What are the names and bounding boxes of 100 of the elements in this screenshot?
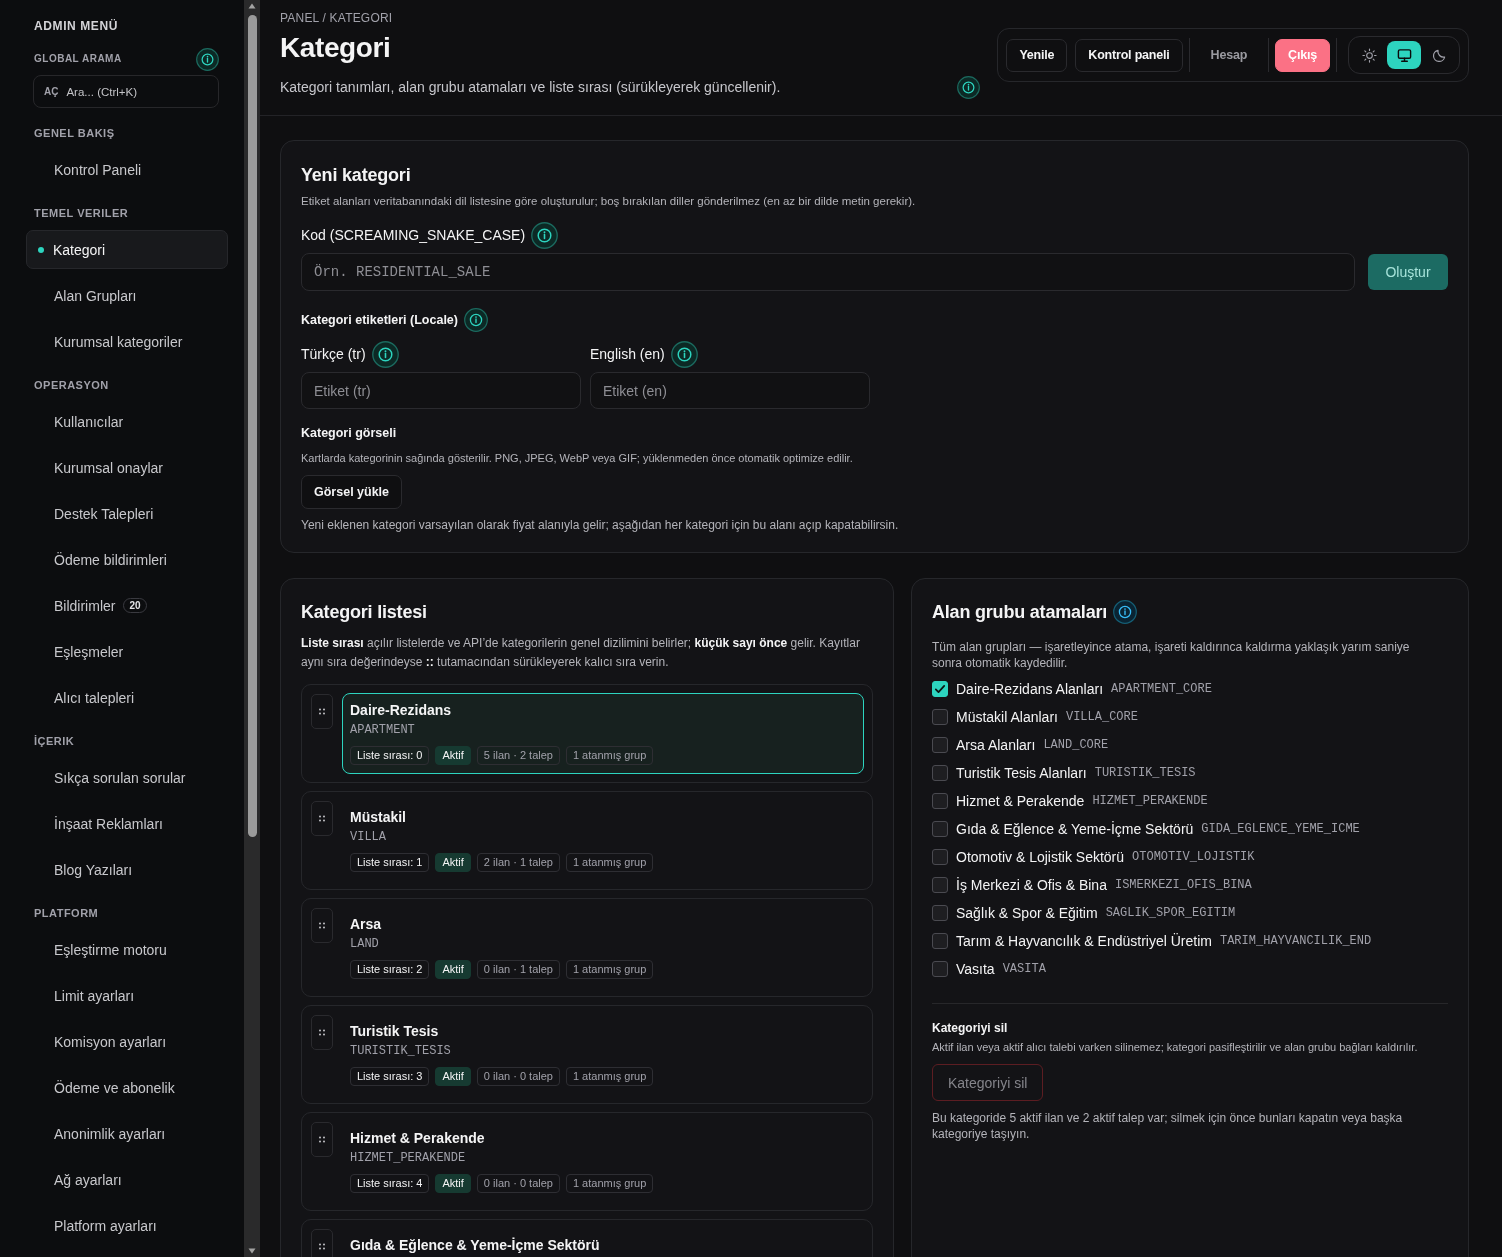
drag-handle[interactable] [311,1015,333,1050]
nav-item[interactable]: Eşleştirme motoru [26,930,228,969]
grip-icon [319,1243,325,1250]
account-link-button[interactable]: Hesap [1195,38,1263,72]
nav-item[interactable]: Komisyon ayarları [26,1022,228,1061]
nav-item[interactable]: İnşaat Reklamları [26,804,228,843]
info-icon[interactable] [531,221,559,249]
group-name: Vasıta [956,961,995,977]
header-button[interactable]: Kontrol paneli [1075,38,1183,72]
nav-item[interactable]: Kurumsal kategoriler [26,322,228,361]
info-icon[interactable] [670,340,698,368]
nav-item[interactable]: Platform ayarları [26,1206,228,1245]
group-code: GIDA_EGLENCE_YEME_ICME [1201,822,1360,836]
drag-handle[interactable] [311,801,333,836]
nav-item[interactable]: Destek Talepleri [26,494,228,533]
checkbox[interactable] [932,765,948,781]
scrollbar[interactable] [244,0,260,1257]
nav-item[interactable]: Ödeme ve abonelik [26,1068,228,1107]
drag-handle[interactable] [311,908,333,943]
checkbox[interactable] [932,905,948,921]
nav-item[interactable]: Kurumsal onaylar [26,448,228,487]
search-field[interactable]: AÇ Ara... (Ctrl+K) [33,75,219,108]
listing-count-badge: 0 ilan · 0 talep [476,1174,560,1193]
nav-item[interactable]: Ağ ayarları [26,1160,228,1199]
checkbox[interactable] [932,793,948,809]
group-name: Gıda & Eğlence & Yeme-İçme Sektörü [956,821,1194,837]
upload-button[interactable]: Görsel yükle [301,475,403,509]
label-input[interactable]: Etiket (en) [590,372,870,409]
group-code: SAGLIK_SPOR_EGITIM [1105,906,1236,920]
field-label: Türkçe (tr) [301,346,366,362]
drag-handle[interactable] [311,694,333,729]
scroll-up-arrow-icon[interactable] [248,3,256,9]
group-code: VILLA_CORE [1065,710,1138,724]
category-item[interactable]: Arsa LAND Liste sırası: 2 Aktif 0 ilan · 1 talep 1 atanmış grup [301,898,873,997]
category-item[interactable]: Müstakil VILLA Liste sırası: 1 Aktif 2 ilan · 1 talep 1 atanmış grup [301,791,873,890]
nav-item[interactable]: Anonimlik ayarları [26,1114,228,1153]
category-name: Arsa [350,915,383,933]
nav-item[interactable]: Bildirimler 20 [26,586,228,625]
checkbox[interactable] [932,933,948,949]
checkbox[interactable] [932,709,948,725]
info-icon[interactable] [196,47,219,71]
category-name: Hizmet & Perakende [350,1129,486,1147]
status-badge: Aktif [435,1174,471,1193]
group-code: ISMERKEZI_OFIS_BINA [1114,878,1252,892]
section-label: TEMEL VERILER [34,206,129,220]
system-theme-button[interactable] [1387,41,1421,69]
page-title: Kategori [280,31,392,65]
group-name: İş Merkezi & Ofis & Bina [956,877,1107,893]
group-code: TURISTIK_TESIS [1094,766,1196,780]
sidebar-title: ADMIN MENÜ [34,19,118,33]
section-label: PLATFORM [34,906,99,920]
nav-item[interactable]: Kontrol Paneli [26,150,228,189]
group-count-badge: 1 atanmış grup [565,746,654,765]
code-input[interactable]: Örn. RESIDENTIAL_SALE [301,253,1355,291]
nav-item[interactable]: Kullanıcılar [26,402,228,441]
category-code: HIZMET_PERAKENDE [350,1150,467,1166]
group-code: TARIM_HAYVANCILIK_END [1219,934,1372,948]
nav-item[interactable]: Kategori [26,230,228,269]
checkbox[interactable] [932,849,948,865]
group-name: Daire-Rezidans Alanları [956,681,1104,697]
nav-item[interactable]: Limit ayarları [26,976,228,1015]
info-icon[interactable] [957,75,980,99]
section-label: OPERASYON [34,378,109,392]
nav-item[interactable]: Eşleşmeler [26,632,228,671]
nav-item[interactable]: Ödeme bildirimleri [26,540,228,579]
category-item[interactable]: Turistik Tesis TURISTIK_TESIS Liste sırası: 3 Aktif 0 ilan · 0 talep 1 atanmış grup [301,1005,873,1104]
checkbox[interactable] [932,821,948,837]
category-code: TURISTIK_TESIS [350,1043,452,1059]
section-heading: Kategori görseli [301,425,398,441]
status-badge: Aktif [435,853,471,872]
nav-item[interactable]: Alıcı talepleri [26,678,228,717]
group-code: VASITA [1002,962,1046,976]
checkbox[interactable] [932,877,948,893]
info-icon[interactable] [371,340,399,368]
group-name: Müstakil Alanları [956,709,1058,725]
nav-item[interactable]: Sıkça sorulan sorular [26,758,228,797]
checkbox[interactable] [932,681,948,697]
checkbox[interactable] [932,961,948,977]
nav-item[interactable]: Blog Yazıları [26,850,228,889]
header-button[interactable]: Yenile [1006,38,1068,72]
create-button[interactable]: Oluştur [1368,254,1448,290]
category-name: Turistik Tesis [350,1022,440,1040]
category-item[interactable]: Daire-Rezidans APARTMENT Liste sırası: 0 Aktif 5 ilan · 2 talep 1 atanmış grup [301,684,873,783]
label-input[interactable]: Etiket (tr) [301,372,581,409]
section-label: GENEL BAKIŞ [34,126,115,140]
category-name: Daire-Rezidans [350,701,453,719]
nav-item[interactable]: Alan Grupları [26,276,228,315]
moon-icon [1431,47,1447,63]
checkbox[interactable] [932,737,948,753]
info-icon[interactable] [1113,600,1138,624]
category-item[interactable]: Gıda & Eğlence & Yeme-İçme Sektörü [301,1219,873,1257]
category-item[interactable]: Hizmet & Perakende HIZMET_PERAKENDE Liste sırası: 4 Aktif 0 ilan · 0 talep 1 atanmış grup [301,1112,873,1211]
scroll-down-arrow-icon[interactable] [248,1248,256,1254]
scrollbar-thumb[interactable] [247,15,257,837]
card-description: Etiket alanları veritabanındaki dil listesine göre oluşturulur; boş bırakılan diller gönderilmez (en az bir dilde metin gerekir). [301,194,917,209]
info-icon[interactable] [464,308,488,332]
drag-handle[interactable] [311,1122,333,1157]
card-title: Yeni kategori [301,164,412,186]
drag-handle[interactable] [311,1229,333,1257]
order-badge: Liste sırası: 0 [350,746,430,765]
